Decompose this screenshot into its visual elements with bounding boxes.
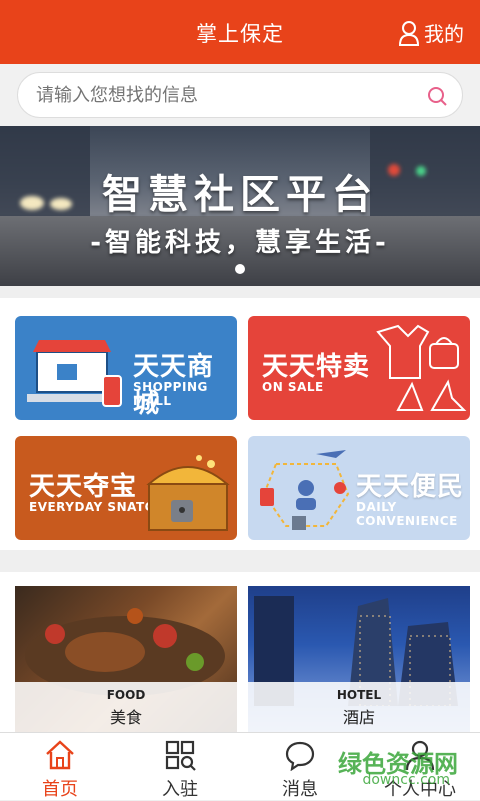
- card-title: 天天夺宝: [29, 472, 138, 502]
- grid-icon: [165, 740, 196, 771]
- tab-label: 入驻: [162, 779, 198, 800]
- card-title: 天天便民: [356, 472, 465, 502]
- card-shopping-mall[interactable]: 天天商城 SHOPPING MALL: [15, 316, 237, 420]
- card-subtitle: DAILY CONVENIENCE: [356, 500, 458, 528]
- search-icon[interactable]: [426, 85, 448, 107]
- convenience-icon: [260, 450, 350, 530]
- home-icon: [46, 740, 74, 770]
- feature-cn-label: 美食: [109, 708, 142, 727]
- feature-section: FOOD 美食 HOTEL 酒店: [0, 572, 480, 732]
- tab-label: 首页: [42, 779, 78, 800]
- mine-label: 我的: [424, 22, 464, 46]
- banner-title: 智慧社区平台: [102, 172, 378, 218]
- search-bar: [0, 64, 480, 126]
- card-subtitle: SHOPPING MALL: [133, 380, 208, 408]
- food-image: [25, 608, 225, 696]
- feature-en-label: HOTEL: [336, 688, 382, 702]
- search-input[interactable]: [36, 73, 416, 117]
- shop-icon: [27, 340, 122, 407]
- card-subtitle: ON SALE: [262, 380, 324, 394]
- feature-hotel[interactable]: HOTEL 酒店: [248, 586, 470, 732]
- app-header: 掌上保定 我的: [0, 0, 480, 64]
- tab-home[interactable]: 首页: [0, 733, 120, 801]
- banner-subtitle: -智能科技，慧享生活-: [90, 228, 390, 258]
- tab-join[interactable]: 入驻: [120, 733, 240, 801]
- chat-bubble-icon: [285, 741, 315, 771]
- watermark-url: downcc.com: [362, 772, 450, 788]
- section-divider: [0, 550, 480, 572]
- search-box: [17, 72, 463, 118]
- carousel-dots: [0, 264, 480, 274]
- carousel-dot[interactable]: [235, 264, 245, 274]
- feature-en-label: FOOD: [106, 688, 146, 702]
- treasure-chest-icon: [146, 455, 230, 531]
- card-everyday-snatch[interactable]: 天天夺宝 EVERYDAY SNATCH: [15, 436, 237, 540]
- card-daily-convenience[interactable]: 天天便民 DAILY CONVENIENCE: [248, 436, 470, 540]
- user-icon: [398, 20, 420, 46]
- card-title: 天天特卖: [262, 352, 371, 382]
- mine-button[interactable]: 我的: [398, 18, 464, 47]
- feature-cn-label: 酒店: [342, 708, 375, 727]
- feature-caption: HOTEL 酒店: [248, 682, 470, 732]
- promo-banner[interactable]: 智慧社区平台 -智能科技，慧享生活-: [0, 126, 480, 286]
- card-on-sale[interactable]: 天天特卖 ON SALE: [248, 316, 470, 420]
- category-grid: 天天商城 SHOPPING MALL 天天特卖 ON SALE 天天夺宝 EVE…: [0, 298, 480, 550]
- feature-caption: FOOD 美食: [15, 682, 237, 732]
- clothes-icon: [376, 324, 467, 411]
- feature-food[interactable]: FOOD 美食: [15, 586, 237, 732]
